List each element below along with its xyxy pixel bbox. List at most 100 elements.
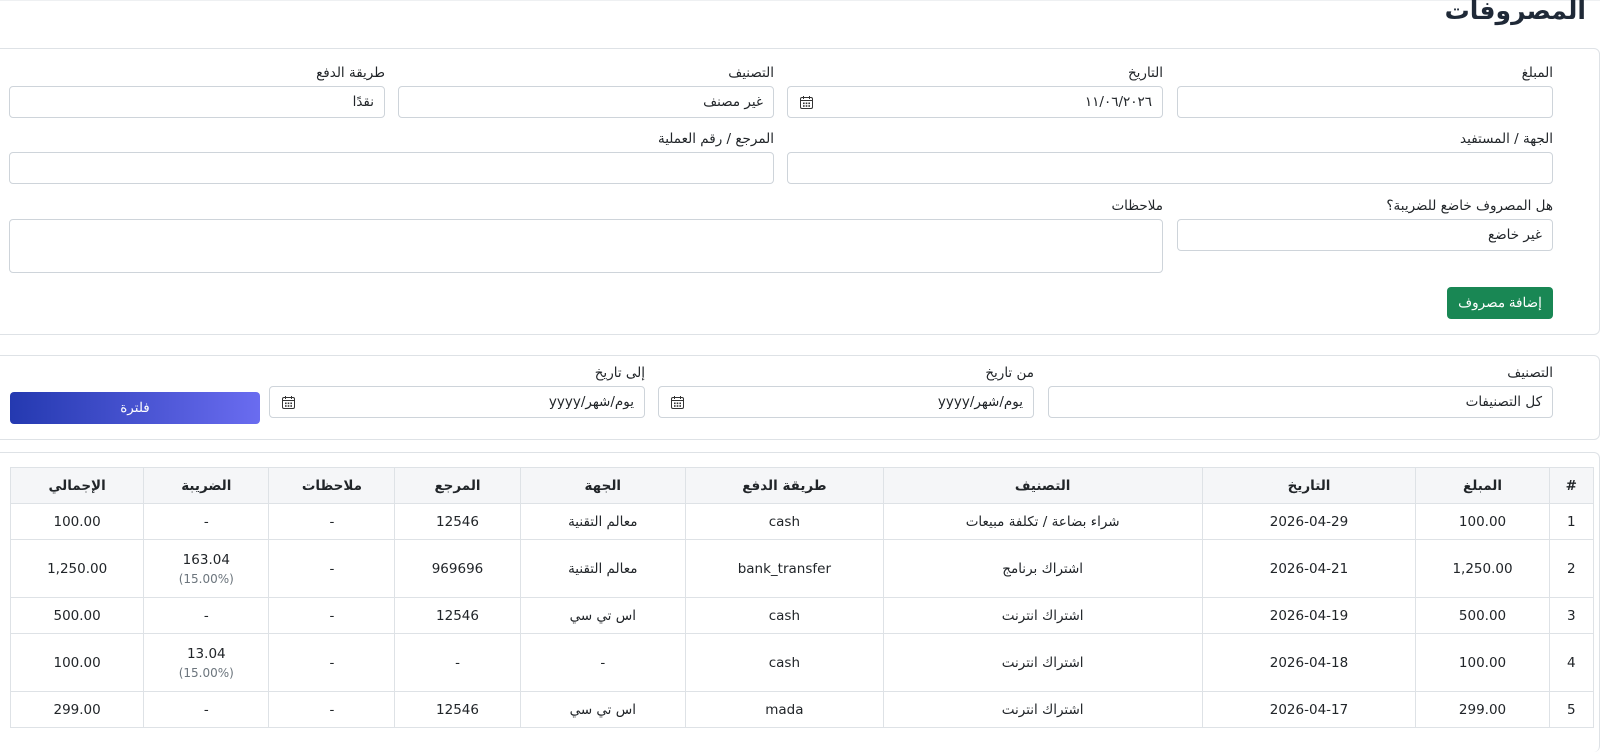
table-row: 1 100.00 2026-04-29 شراء بضاعة / تكلفة م… [9, 503, 1595, 540]
col-header-date: التاريخ [1201, 467, 1417, 504]
cell-payment: bank_transfer [685, 539, 884, 598]
cell-amount: 100.00 [1415, 633, 1550, 692]
cell-reference: 12546 [394, 597, 521, 634]
cell-date: 2026-04-21 [1201, 539, 1417, 598]
cell-amount: 500.00 [1415, 597, 1550, 634]
cell-notes: - [268, 633, 396, 692]
to-date-input[interactable]: يوم/شهر/yyyy [269, 386, 645, 418]
col-header-num: # [1548, 467, 1595, 504]
payment-label: طريقة الدفع [316, 65, 385, 81]
table-row: 3 500.00 2026-04-19 اشتراك انترنت cash ا… [9, 597, 1595, 634]
cell-amount: 1,250.00 [1415, 539, 1550, 598]
col-header-total: الإجمالي [9, 467, 145, 504]
cell-tax: - [143, 691, 270, 728]
cell-payee: اس تي سي [519, 597, 687, 634]
cell-category: اشتراك برنامج [882, 539, 1203, 598]
payee-label: الجهة / المستفيد [1460, 131, 1553, 147]
from-date-group: من تاريخ يوم/شهر/yyyy [658, 364, 1034, 418]
category-label: التصنيف [728, 65, 774, 81]
reference-label: المرجع / رقم العملية [658, 131, 774, 147]
notes-label: ملاحظات [1111, 198, 1163, 214]
col-header-notes: ملاحظات [268, 467, 396, 504]
tax-amount: 163.04 [182, 551, 230, 568]
taxable-label: هل المصروف خاضع للضريبة؟ [1386, 198, 1553, 214]
reference-field-group: المرجع / رقم العملية [9, 130, 774, 184]
col-header-payee: الجهة [519, 467, 687, 504]
cell-payee: اس تي سي [519, 691, 687, 728]
cell-num: 5 [1548, 691, 1595, 728]
cell-date: 2026-04-29 [1201, 503, 1417, 540]
table-header-row: # المبلغ التاريخ التصنيف طريقة الدفع الج… [9, 467, 1595, 504]
col-header-payment: طريقة الدفع [685, 467, 884, 504]
filter-button[interactable]: فلترة [10, 392, 260, 424]
notes-textarea[interactable] [9, 219, 1163, 273]
page-title: المصروفات [1444, 0, 1586, 25]
taxable-select[interactable]: غير خاضع [1177, 219, 1553, 251]
to-date-group: إلى تاريخ يوم/شهر/yyyy [269, 364, 645, 418]
expenses-table: # المبلغ التاريخ التصنيف طريقة الدفع الج… [9, 467, 1595, 728]
cell-tax: 13.04 (15.00%) [143, 633, 270, 692]
cell-payee: معالم التقنية [519, 503, 687, 540]
cell-total: 500.00 [9, 597, 145, 634]
taxable-field-group: هل المصروف خاضع للضريبة؟ غير خاضع [1177, 197, 1553, 251]
cell-notes: - [268, 597, 396, 634]
cell-total: 100.00 [9, 503, 145, 540]
filter-category-select[interactable]: كل التصنيفات [1048, 386, 1553, 418]
cell-date: 2026-04-18 [1201, 633, 1417, 692]
cell-category: اشتراك انترنت [882, 633, 1203, 692]
calendar-icon[interactable] [282, 396, 295, 409]
cell-reference: - [394, 633, 521, 692]
amount-field-group: المبلغ [1177, 64, 1553, 118]
cell-reference: 969696 [394, 539, 521, 598]
cell-reference: 12546 [394, 691, 521, 728]
tax-amount: 13.04 [186, 645, 226, 662]
cell-payee: معالم التقنية [519, 539, 687, 598]
cell-payment: mada [685, 691, 884, 728]
to-date-label: إلى تاريخ [594, 365, 645, 381]
calendar-icon[interactable] [671, 396, 684, 409]
cell-payment: cash [685, 597, 884, 634]
payment-method-select[interactable]: نقدًا [9, 86, 385, 118]
cell-date: 2026-04-19 [1201, 597, 1417, 634]
cell-payment: cash [685, 503, 884, 540]
date-label: التاريخ [1127, 65, 1163, 81]
payee-input[interactable] [787, 152, 1553, 184]
cell-category: اشتراك انترنت [882, 691, 1203, 728]
payment-field-group: طريقة الدفع نقدًا [9, 64, 385, 118]
from-date-input[interactable]: يوم/شهر/yyyy [658, 386, 1034, 418]
cell-notes: - [268, 503, 396, 540]
category-field-group: التصنيف غير مصنف [398, 64, 774, 118]
cell-date: 2026-04-17 [1201, 691, 1417, 728]
top-divider [0, 0, 1600, 1]
col-header-category: التصنيف [882, 467, 1203, 504]
table-row: 4 100.00 2026-04-18 اشتراك انترنت cash -… [9, 633, 1595, 692]
notes-field-group: ملاحظات [9, 197, 1163, 273]
cell-total: 1,250.00 [9, 539, 145, 598]
amount-input[interactable] [1177, 86, 1553, 118]
date-input[interactable]: ١١/٠٦/٢٠٢٦ [787, 86, 1163, 118]
cell-tax: - [143, 503, 270, 540]
table-row: 5 299.00 2026-04-17 اشتراك انترنت mada ا… [9, 691, 1595, 728]
cell-num: 4 [1548, 633, 1595, 692]
table-row: 2 1,250.00 2026-04-21 اشتراك برنامج bank… [9, 539, 1595, 598]
filter-category-label: التصنيف [1507, 365, 1553, 381]
cell-total: 299.00 [9, 691, 145, 728]
tax-percent: (15.00%) [178, 571, 234, 586]
cell-payee: - [519, 633, 687, 692]
add-expense-button[interactable]: إضافة مصروف [1447, 287, 1553, 319]
from-date-label: من تاريخ [985, 365, 1034, 381]
to-date-placeholder: يوم/شهر/yyyy [548, 394, 634, 410]
cell-tax: 163.04 (15.00%) [143, 539, 270, 598]
date-value: ١١/٠٦/٢٠٢٦ [1084, 94, 1152, 110]
from-date-placeholder: يوم/شهر/yyyy [937, 394, 1023, 410]
payee-field-group: الجهة / المستفيد [787, 130, 1553, 184]
reference-input[interactable] [9, 152, 774, 184]
cell-notes: - [268, 691, 396, 728]
cell-category: شراء بضاعة / تكلفة مبيعات [882, 503, 1203, 540]
category-select[interactable]: غير مصنف [398, 86, 774, 118]
cell-tax: - [143, 597, 270, 634]
date-field-group: التاريخ ١١/٠٦/٢٠٢٦ [787, 64, 1163, 118]
cell-reference: 12546 [394, 503, 521, 540]
calendar-icon[interactable] [800, 96, 813, 109]
cell-amount: 100.00 [1415, 503, 1550, 540]
